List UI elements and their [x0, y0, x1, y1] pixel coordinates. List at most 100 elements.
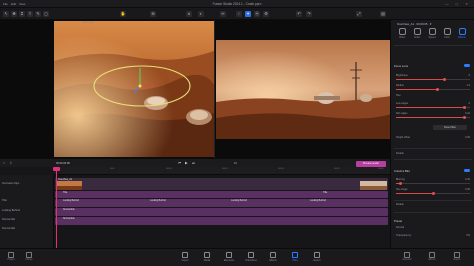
- nav-project[interactable]: Project: [2, 252, 20, 261]
- nav-titles[interactable]: Titles: [285, 252, 305, 262]
- ruler-tick: 00:10: [166, 168, 172, 170]
- divider: [394, 212, 472, 213]
- track-header-title[interactable]: Title: [2, 199, 7, 202]
- track-header-normal-1[interactable]: Normal title: [2, 218, 15, 221]
- fullscreen-icon[interactable]: ⤢: [356, 11, 362, 17]
- pen-tool-icon[interactable]: ✎: [35, 11, 41, 17]
- step-forward-icon[interactable]: ⏭: [192, 161, 195, 165]
- layout-icon[interactable]: ▤: [380, 11, 386, 17]
- crop-tool-icon[interactable]: ⌗: [19, 11, 25, 17]
- prop-hue-angle-value[interactable]: 0.00: [465, 188, 470, 191]
- snap-tool-icon[interactable]: ⦿: [254, 11, 260, 17]
- window-controls[interactable]: — ▢ ✕: [445, 2, 471, 6]
- timeline-ruler[interactable]: 0:00 00:5 00:10 00:15 00:20 00:25 00:30: [54, 167, 390, 175]
- split-icon[interactable]: ⫼: [10, 161, 11, 165]
- track-headers: Overview Clips Title Looking Behind Norm…: [0, 175, 54, 248]
- audio-icon: [413, 28, 421, 35]
- step-back-icon[interactable]: ⏮: [178, 161, 181, 165]
- reset-filter-button[interactable]: Reset filter: [433, 125, 467, 130]
- edit-viewer[interactable]: Viewer A1: [0, 20, 214, 158]
- export-icon: [314, 252, 320, 258]
- tab-video[interactable]: Video: [395, 28, 409, 42]
- normal-title-clip-1[interactable]: Normal title: [55, 208, 388, 216]
- settings-icon[interactable]: ⚙: [263, 11, 269, 17]
- looking-clip-track[interactable]: Looking Behind Looking Behind Looking Be…: [55, 199, 388, 207]
- brightness-slider[interactable]: [396, 78, 470, 81]
- colorize-blur-toggle[interactable]: [464, 169, 470, 172]
- tab-audio[interactable]: Audio: [410, 28, 424, 42]
- select-tool-icon[interactable]: ↖: [3, 11, 9, 17]
- track-header-video[interactable]: Overview Clips: [2, 182, 19, 185]
- nav-media[interactable]: Media: [197, 252, 217, 262]
- prop-blurring-value[interactable]: 0.00: [465, 178, 470, 181]
- nav-effects[interactable]: Effects: [263, 252, 283, 262]
- prop-hue-label: Hue: [396, 94, 401, 97]
- hand-tool-icon[interactable]: ✋: [120, 11, 126, 17]
- video-clip[interactable]: OverView_A1: [55, 178, 388, 190]
- transform-tool-icon[interactable]: ✦: [245, 11, 251, 17]
- bottom-navigation: Project Library Import Media Elements Tr…: [0, 248, 390, 266]
- track-header-normal-2[interactable]: Normal title: [2, 227, 15, 230]
- prop-blurring-label: Blurring: [396, 178, 405, 181]
- nav-elements[interactable]: Elements: [219, 252, 239, 262]
- prop-low-edges-value[interactable]: 0: [469, 102, 470, 105]
- undo-icon[interactable]: ↶: [296, 11, 302, 17]
- playhead[interactable]: [56, 167, 57, 248]
- zoom-fit[interactable]: Fit: [234, 162, 237, 165]
- transparency-value[interactable]: 0%: [466, 234, 470, 237]
- window-title: Fusion Studio 2024.1 - Crash.ppro: [212, 2, 262, 6]
- viewer-label: Viewer A1: [82, 21, 94, 24]
- clip-name[interactable]: OverView_A1 · 00:00:05 · ▾: [397, 22, 431, 26]
- import-icon: [182, 252, 188, 258]
- titles-icon: [292, 252, 298, 258]
- nav-library[interactable]: Library: [20, 252, 38, 261]
- output-viewer[interactable]: [214, 20, 391, 158]
- transitions-icon: [248, 252, 254, 258]
- title-bar: File Edit View Fusion Studio 2024.1 - Cr…: [0, 0, 474, 8]
- play-icon[interactable]: ▶: [185, 161, 188, 165]
- preview-render-button[interactable]: Preview render: [356, 160, 386, 167]
- height-offset-value[interactable]: 0.00: [465, 136, 470, 139]
- preset-value[interactable]: Normal: [396, 226, 404, 229]
- height-offset-label: Height offset: [396, 136, 410, 139]
- mask-tool-icon[interactable]: ◐: [198, 11, 204, 17]
- brush-tool-icon[interactable]: ✏: [220, 11, 226, 17]
- speed-icon: [428, 28, 436, 35]
- timeline[interactable]: 0:00 00:5 00:10 00:15 00:20 00:25 00:30 …: [0, 167, 390, 248]
- tab-speed[interactable]: Speed: [425, 28, 439, 42]
- nav-transitions[interactable]: Transitions: [241, 252, 261, 262]
- title-clip-track[interactable]: Title Title: [55, 191, 388, 198]
- move-tool-icon[interactable]: ✥: [11, 11, 17, 17]
- bottom-effects[interactable]: Effects: [423, 252, 441, 261]
- zoom-lens-toggle[interactable]: [464, 64, 470, 67]
- prop-ref-edges-value[interactable]: 0.10: [465, 112, 470, 115]
- timecode: 00:00:03:08: [56, 161, 70, 165]
- track-header-looking[interactable]: Looking Behind: [2, 209, 20, 212]
- details-toggle-1[interactable]: Details: [396, 152, 404, 155]
- ref-edges-slider[interactable]: [396, 116, 470, 119]
- eyedropper-icon[interactable]: ⁄: [236, 11, 242, 17]
- playhead-handle[interactable]: [53, 167, 60, 171]
- text-tool-icon[interactable]: T: [27, 11, 33, 17]
- tab-effects[interactable]: Effects: [455, 28, 469, 42]
- radius-slider[interactable]: [396, 88, 470, 91]
- hue-angle-slider[interactable]: [396, 192, 470, 195]
- redo-icon[interactable]: ↷: [306, 11, 312, 17]
- grid-tool-icon[interactable]: #: [186, 11, 192, 17]
- inspector-panel: OverView_A1 · 00:00:05 · ▾ Video Audio S…: [390, 20, 474, 266]
- shape-tool-icon[interactable]: ◻: [43, 11, 49, 17]
- low-edges-slider[interactable]: [396, 106, 470, 109]
- details-toggle-2[interactable]: Details: [396, 203, 404, 206]
- zoom-tool-icon[interactable]: ⊕: [150, 11, 156, 17]
- cut-icon[interactable]: ✂: [3, 161, 6, 165]
- nav-import[interactable]: Import: [175, 252, 195, 262]
- color-icon: [443, 28, 451, 35]
- prop-radius-value[interactable]: 1.4: [467, 84, 470, 87]
- tab-color[interactable]: Color: [440, 28, 454, 42]
- bottom-export[interactable]: Export: [448, 252, 466, 261]
- normal-title-clip-2[interactable]: Normal title: [55, 217, 388, 225]
- blurring-slider[interactable]: [396, 182, 470, 185]
- prop-brightness-value[interactable]: 0: [469, 74, 470, 77]
- nav-export[interactable]: Export: [307, 252, 327, 262]
- bottom-inspector[interactable]: Inspector: [398, 252, 416, 261]
